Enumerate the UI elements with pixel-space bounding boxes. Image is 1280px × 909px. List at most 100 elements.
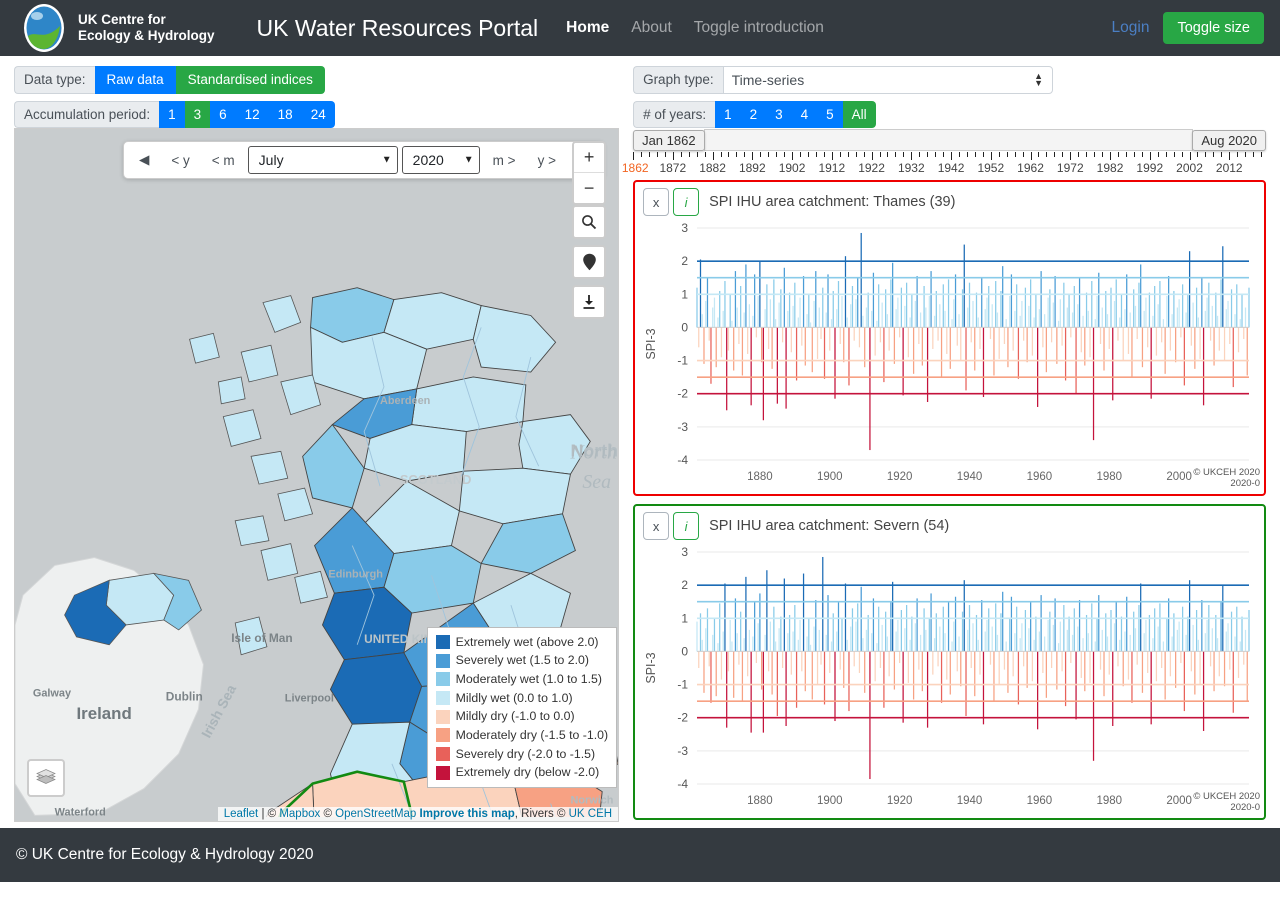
- num-years-5-button[interactable]: 5: [817, 101, 843, 129]
- accumulation-period-6-button[interactable]: 6: [210, 101, 236, 129]
- zoom-in-button[interactable]: +: [574, 143, 604, 173]
- chart-bar: [733, 651, 734, 697]
- island-region[interactable]: [218, 377, 245, 404]
- chart-info-button-severn[interactable]: i: [673, 512, 699, 540]
- year-tick: [983, 152, 984, 157]
- prev-month-button[interactable]: < m: [201, 146, 246, 174]
- attrib-osm-link[interactable]: OpenStreetMap: [335, 808, 416, 820]
- year-label: 1992: [1136, 161, 1163, 175]
- chart-bar: [758, 296, 759, 327]
- chart-bar: [696, 622, 697, 652]
- nav-link-about[interactable]: About: [631, 19, 672, 37]
- attrib-sep: |: [258, 808, 267, 820]
- chart-bar: [754, 602, 755, 652]
- chart-bar: [810, 322, 811, 327]
- chart-bar: [1205, 311, 1206, 328]
- next-month-button[interactable]: m >: [482, 146, 527, 174]
- graph-type-select[interactable]: Time-series: [723, 66, 1053, 94]
- accumulation-period-24-button[interactable]: 24: [302, 101, 335, 129]
- chart-info-button-thames[interactable]: i: [673, 188, 699, 216]
- chart-bar: [866, 630, 867, 652]
- chart-bar: [717, 643, 718, 651]
- year-tick: [657, 152, 658, 157]
- prev-year-button[interactable]: < y: [160, 146, 200, 174]
- num-years-1-button[interactable]: 1: [715, 101, 741, 129]
- chart-card-severn: x i SPI IHU area catchment: Severn (54) …: [633, 504, 1266, 820]
- attrib-ukceh-link[interactable]: UK CEH: [569, 808, 612, 820]
- chart-bar: [1124, 632, 1125, 652]
- chart-bar: [1086, 293, 1087, 328]
- year-tick: [752, 152, 753, 160]
- slider-track[interactable]: [704, 129, 1194, 151]
- chart-bar: [1238, 327, 1239, 352]
- year-tick: [1229, 152, 1230, 160]
- next-year-button[interactable]: y >: [527, 146, 567, 174]
- num-years-all-button[interactable]: All: [843, 101, 876, 129]
- prev-all-button[interactable]: ◀: [128, 146, 160, 174]
- chart-bar: [822, 557, 823, 651]
- zoom-out-button[interactable]: −: [574, 173, 604, 203]
- chart-bar: [1194, 651, 1195, 694]
- chart-bar: [1035, 617, 1036, 652]
- chart-bar: [777, 327, 778, 403]
- chart-close-button-thames[interactable]: x: [643, 188, 669, 216]
- map-download-button[interactable]: [574, 287, 604, 317]
- data-type-raw-button[interactable]: Raw data: [95, 66, 176, 94]
- chart-bar: [1198, 317, 1199, 327]
- year-tick: [1221, 152, 1222, 157]
- chart-svg-thames[interactable]: -4-3-2-101231880190019201940196019802000…: [635, 218, 1263, 496]
- year-select[interactable]: 2020: [402, 146, 480, 174]
- accumulation-period-12-button[interactable]: 12: [236, 101, 269, 129]
- chart-close-button-severn[interactable]: x: [643, 512, 669, 540]
- chart-plot-thames: -4-3-2-101231880190019201940196019802000…: [635, 218, 1264, 496]
- island-region[interactable]: [235, 516, 269, 546]
- chart-bar: [1126, 274, 1127, 327]
- slider-start-handle[interactable]: Jan 1862: [633, 130, 705, 151]
- chart-bar: [892, 263, 893, 328]
- nav-link-home[interactable]: Home: [566, 19, 609, 37]
- chart-bar: [731, 641, 732, 651]
- legend-row: Severely wet (1.5 to 2.0): [436, 651, 608, 670]
- accumulation-period-1-button[interactable]: 1: [159, 101, 185, 129]
- chart-bar: [855, 622, 856, 652]
- chart-bar: [993, 327, 994, 375]
- chart-bar: [854, 327, 855, 340]
- ukceh-logo[interactable]: UK Centre forEcology & Hydrology: [16, 0, 215, 56]
- chart-bar: [826, 635, 827, 652]
- accumulation-period-18-button[interactable]: 18: [269, 101, 302, 129]
- nav-link-toggle-introduction[interactable]: Toggle introduction: [694, 19, 824, 37]
- map-search-button[interactable]: [574, 207, 604, 237]
- attrib-mapbox-link[interactable]: Mapbox: [279, 808, 320, 820]
- chart-bar: [719, 603, 720, 651]
- chart-bar: [742, 651, 743, 701]
- accumulation-period-3-button[interactable]: 3: [185, 101, 211, 129]
- map-panel[interactable]: IrelandGalwayDublinWaterfordCorkIsle of …: [14, 128, 619, 822]
- chart-bar: [862, 638, 863, 651]
- chart-bar: [1098, 595, 1099, 651]
- map-layers-button[interactable]: [27, 759, 65, 797]
- chart-bar: [983, 651, 984, 724]
- attrib-improve-link[interactable]: Improve this map: [420, 808, 515, 820]
- chart-bar: [866, 308, 867, 328]
- toggle-size-button[interactable]: Toggle size: [1163, 12, 1264, 44]
- num-years-3-button[interactable]: 3: [766, 101, 792, 129]
- slider-end-handle[interactable]: Aug 2020: [1192, 130, 1266, 151]
- num-years-2-button[interactable]: 2: [741, 101, 767, 129]
- num-years-4-button[interactable]: 4: [792, 101, 818, 129]
- chart-bar: [950, 651, 951, 694]
- island-region[interactable]: [261, 544, 298, 581]
- map-marker-button[interactable]: [574, 247, 604, 277]
- login-link[interactable]: Login: [1112, 19, 1150, 37]
- data-type-standardised-button[interactable]: Standardised indices: [176, 66, 325, 94]
- time-range-slider[interactable]: Jan 1862 Aug 2020: [633, 128, 1266, 152]
- chart-bar: [1229, 651, 1230, 669]
- island-region[interactable]: [190, 333, 220, 363]
- attrib-leaflet-link[interactable]: Leaflet: [224, 808, 259, 820]
- chart-bar: [1112, 327, 1113, 400]
- chart-bar: [967, 630, 968, 652]
- year-tick: [792, 152, 793, 160]
- month-select[interactable]: July: [248, 146, 398, 174]
- chart-svg-severn[interactable]: -4-3-2-101231880190019201940196019802000…: [635, 542, 1263, 820]
- chart-bar: [1103, 651, 1104, 696]
- year-tick: [673, 152, 674, 160]
